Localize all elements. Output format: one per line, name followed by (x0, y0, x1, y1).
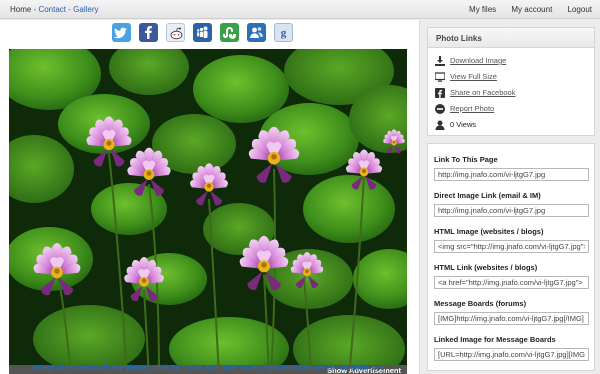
twitter-icon[interactable] (112, 23, 131, 42)
direct-image-link-label: Direct Image Link (email & IM) (434, 191, 541, 200)
link-to-page-label: Link To This Page (434, 155, 498, 164)
account-nav: My files My account Logout (456, 5, 592, 14)
views-count: 0 Views (428, 117, 594, 133)
photo-links-panel: Photo Links Download Image View Full Siz… (427, 27, 595, 136)
report-photo-link[interactable]: Report Photo (428, 101, 594, 117)
html-link-field[interactable] (434, 276, 589, 289)
photo-links-title: Photo Links (428, 28, 594, 48)
linked-image-label: Linked Image for Message Boards (434, 335, 556, 344)
reddit-icon[interactable] (166, 23, 185, 42)
photo-image[interactable]: Show Advertisement (9, 49, 407, 374)
link-to-page-field[interactable] (434, 168, 589, 181)
monitor-icon (435, 72, 445, 82)
stumbleupon-icon[interactable] (220, 23, 239, 42)
facebook-icon[interactable] (139, 23, 158, 42)
my-account-link[interactable]: My account (511, 5, 552, 14)
facebook-icon (435, 88, 445, 98)
share-on-facebook-link[interactable]: Share on Facebook (428, 85, 594, 101)
download-image-label: Download Image (450, 56, 507, 65)
message-boards-field[interactable] (434, 312, 589, 325)
share-on-facebook-label: Share on Facebook (450, 88, 516, 97)
top-bar: Home - Contact - Gallery My files My acc… (0, 0, 600, 19)
download-icon (435, 56, 445, 66)
report-photo-label: Report Photo (450, 104, 495, 113)
html-link-label: HTML Link (websites / blogs) (434, 263, 538, 272)
photo-viewer: g Show Advertisement Image is resized to… (0, 20, 420, 374)
user-icon (435, 120, 445, 130)
report-icon (435, 104, 445, 114)
message-boards-label: Message Boards (forums) (434, 299, 527, 308)
nav-gallery-link[interactable]: Gallery (73, 5, 98, 14)
breadcrumb-nav: Home - Contact - Gallery (10, 5, 98, 14)
my-files-link[interactable]: My files (469, 5, 496, 14)
google-icon[interactable]: g (274, 23, 293, 42)
live-icon[interactable] (247, 23, 266, 42)
views-count-label: 0 Views (450, 120, 477, 129)
share-buttons: g (112, 23, 301, 42)
download-image-link[interactable]: Download Image (428, 53, 594, 69)
resize-note: Image is resized to fit the viewer, clic… (33, 363, 387, 372)
view-full-size-link[interactable]: View Full Size (428, 69, 594, 85)
logout-link[interactable]: Logout (568, 5, 592, 14)
water-lilies-photo (9, 49, 407, 374)
nav-home-link[interactable]: Home (10, 5, 31, 14)
linked-image-field[interactable] (434, 348, 589, 361)
nav-contact-link[interactable]: Contact (38, 5, 66, 14)
embed-codes-panel: Link To This Page Direct Image Link (ema… (427, 143, 595, 371)
html-image-label: HTML Image (websites / blogs) (434, 227, 544, 236)
html-image-field[interactable] (434, 240, 589, 253)
myspace-icon[interactable] (193, 23, 212, 42)
view-full-size-label: View Full Size (450, 72, 497, 81)
direct-image-link-field[interactable] (434, 204, 589, 217)
